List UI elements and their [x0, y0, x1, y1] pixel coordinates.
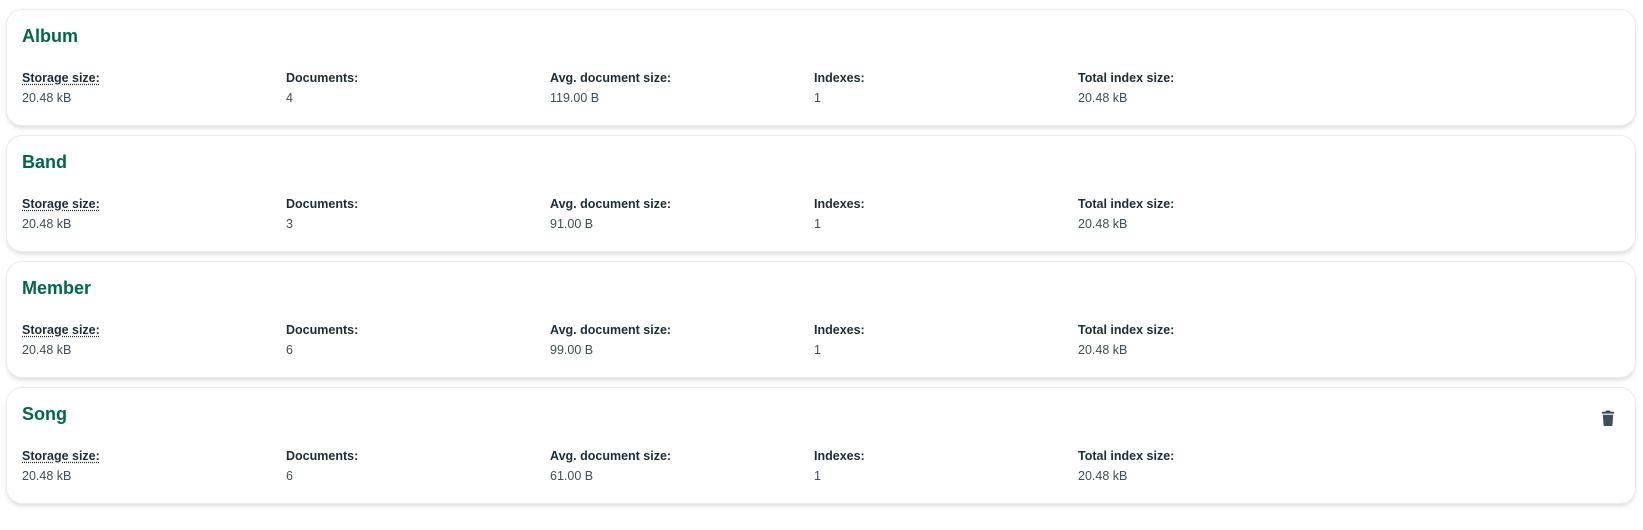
delete-collection-button[interactable]	[1601, 410, 1615, 426]
stat-value: 1	[814, 469, 821, 483]
stat-label: Avg. document size:	[550, 449, 672, 463]
stat-avg-document-size: Avg. document size: 61.00 B	[550, 448, 814, 484]
stat-value: 91.00 B	[550, 217, 594, 231]
stat-storage-size: Storage size: 20.48 kB	[22, 196, 286, 232]
stat-label: Indexes:	[814, 449, 865, 463]
stat-total-index-size: Total index size: 20.48 kB	[1078, 322, 1342, 358]
stat-value: 6	[286, 469, 293, 483]
stat-value: 4	[286, 91, 293, 105]
collections-list: Album Storage size: 20.48 kB Documents: …	[6, 9, 1636, 513]
stat-label[interactable]: Storage size:	[22, 196, 286, 212]
stat-avg-document-size: Avg. document size: 91.00 B	[550, 196, 814, 232]
stat-avg-document-size: Avg. document size: 119.00 B	[550, 70, 814, 106]
stat-storage-size: Storage size: 20.48 kB	[22, 322, 286, 358]
stat-value: 20.48 kB	[22, 217, 72, 231]
collection-stats: Storage size: 20.48 kB Documents: 6 Avg.…	[22, 322, 1342, 358]
collection-title[interactable]: Band	[22, 152, 67, 173]
stat-value: 20.48 kB	[22, 91, 72, 105]
stat-indexes: Indexes: 1	[814, 448, 1078, 484]
stat-indexes: Indexes: 1	[814, 196, 1078, 232]
stat-avg-document-size: Avg. document size: 99.00 B	[550, 322, 814, 358]
stat-label[interactable]: Storage size:	[22, 322, 286, 338]
stat-value: 1	[814, 217, 821, 231]
stat-label: Indexes:	[814, 197, 865, 211]
stat-label: Documents:	[286, 323, 359, 337]
stat-documents: Documents: 4	[286, 70, 550, 106]
collection-title[interactable]: Song	[22, 404, 67, 425]
stat-value: 20.48 kB	[22, 469, 72, 483]
stat-label: Avg. document size:	[550, 197, 672, 211]
trash-icon	[1601, 410, 1615, 426]
collection-title[interactable]: Album	[22, 26, 78, 47]
collection-card-song[interactable]: Song Storage size: 20.48 kB Documents: 6…	[6, 387, 1636, 504]
stat-storage-size: Storage size: 20.48 kB	[22, 448, 286, 484]
stat-value: 20.48 kB	[1078, 91, 1128, 105]
collection-stats: Storage size: 20.48 kB Documents: 4 Avg.…	[22, 70, 1342, 106]
collection-stats: Storage size: 20.48 kB Documents: 6 Avg.…	[22, 448, 1342, 484]
stat-total-index-size: Total index size: 20.48 kB	[1078, 70, 1342, 106]
stat-label: Avg. document size:	[550, 323, 672, 337]
stat-label: Avg. document size:	[550, 71, 672, 85]
stat-value: 61.00 B	[550, 469, 594, 483]
stat-indexes: Indexes: 1	[814, 70, 1078, 106]
stat-value: 1	[814, 91, 821, 105]
stat-label: Documents:	[286, 449, 359, 463]
collection-card-band[interactable]: Band Storage size: 20.48 kB Documents: 3…	[6, 135, 1636, 252]
stat-label: Documents:	[286, 71, 359, 85]
stat-value: 6	[286, 343, 293, 357]
stat-label: Documents:	[286, 197, 359, 211]
stat-label: Total index size:	[1078, 323, 1175, 337]
stat-label: Indexes:	[814, 323, 865, 337]
stat-value: 20.48 kB	[1078, 217, 1128, 231]
stat-documents: Documents: 6	[286, 448, 550, 484]
stat-documents: Documents: 6	[286, 322, 550, 358]
collection-stats: Storage size: 20.48 kB Documents: 3 Avg.…	[22, 196, 1342, 232]
stat-label: Total index size:	[1078, 197, 1175, 211]
stat-label: Indexes:	[814, 71, 865, 85]
stat-label: Total index size:	[1078, 449, 1175, 463]
stat-value: 20.48 kB	[22, 343, 72, 357]
stat-label: Total index size:	[1078, 71, 1175, 85]
stat-value: 3	[286, 217, 293, 231]
stat-documents: Documents: 3	[286, 196, 550, 232]
stat-value: 1	[814, 343, 821, 357]
stat-value: 119.00 B	[550, 91, 600, 105]
stat-indexes: Indexes: 1	[814, 322, 1078, 358]
collection-card-member[interactable]: Member Storage size: 20.48 kB Documents:…	[6, 261, 1636, 378]
collection-card-album[interactable]: Album Storage size: 20.48 kB Documents: …	[6, 9, 1636, 126]
stat-value: 20.48 kB	[1078, 469, 1128, 483]
stat-value: 99.00 B	[550, 343, 594, 357]
stat-label[interactable]: Storage size:	[22, 448, 286, 464]
collection-title[interactable]: Member	[22, 278, 91, 299]
stat-total-index-size: Total index size: 20.48 kB	[1078, 196, 1342, 232]
stat-total-index-size: Total index size: 20.48 kB	[1078, 448, 1342, 484]
stat-storage-size: Storage size: 20.48 kB	[22, 70, 286, 106]
stat-value: 20.48 kB	[1078, 343, 1128, 357]
stat-label[interactable]: Storage size:	[22, 70, 286, 86]
